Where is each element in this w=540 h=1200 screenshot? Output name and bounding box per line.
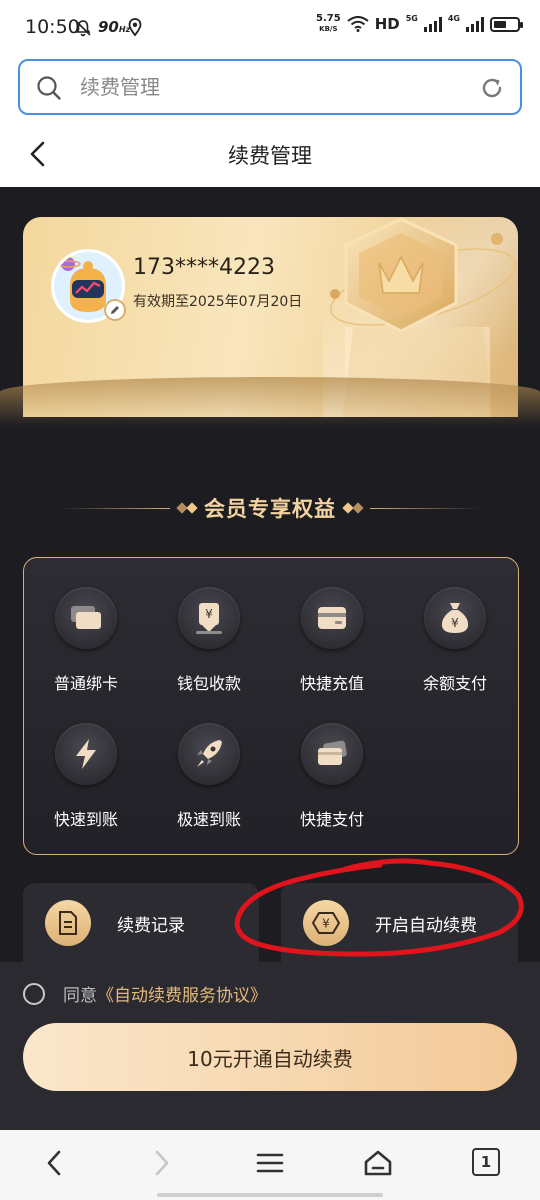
lightning-icon (76, 739, 96, 769)
location-icon (128, 18, 142, 37)
page-title: 续费管理 (228, 144, 312, 168)
edit-avatar-badge[interactable] (104, 299, 126, 321)
search-icon (37, 76, 61, 100)
menu-icon[interactable] (256, 1148, 284, 1178)
benefit-item[interactable]: 快捷充值 (282, 562, 382, 693)
rocket-icon (197, 740, 222, 767)
card-shadow (0, 377, 540, 427)
benefit-icon-bg (301, 587, 363, 649)
benefit-label: 极速到账 (176, 810, 241, 829)
renew-records-button[interactable]: 续费记录 (23, 883, 259, 963)
svg-text:¥: ¥ (451, 616, 459, 630)
benefits-heading: 会员专享权益 (0, 482, 540, 534)
home-icon[interactable] (363, 1148, 393, 1178)
money-bag-icon: ¥ (441, 603, 469, 633)
renew-records-label: 续费记录 (117, 916, 185, 936)
agreement-link[interactable]: 《自动续费服务协议》 (97, 981, 267, 1006)
status-bar: 10:50 90Hz 5.75 KB/S HD 5G 4G (0, 0, 540, 56)
agree-radio[interactable] (23, 982, 45, 1005)
wallet-download-icon: ¥ (196, 603, 222, 634)
benefit-item[interactable]: ¥ 余额支付 (405, 562, 505, 693)
benefit-label: 快捷支付 (299, 810, 364, 829)
wifi-icon (347, 16, 369, 32)
battery-icon (490, 16, 523, 32)
benefit-icon-bg (178, 723, 240, 785)
agree-prefix: 同意 (63, 986, 97, 1006)
diamond-decor-right (342, 502, 364, 514)
benefit-label: 快捷充值 (299, 674, 364, 693)
nav-back-icon[interactable] (44, 1148, 64, 1178)
benefit-item[interactable]: 快捷支付 (282, 698, 382, 829)
agreement-row: 同意 《自动续费服务协议》 (23, 981, 267, 1006)
status-time: 10:50 (25, 16, 80, 38)
sim2-label: 4G (447, 14, 460, 23)
benefit-item[interactable]: ¥ 钱包收款 (159, 562, 259, 693)
search-bar[interactable] (18, 59, 522, 115)
main-content: 173****4223 有效期至2025年07月20日 会员专享权益 普通绑卡 (0, 187, 540, 1130)
battery-level (494, 20, 506, 28)
benefit-label: 快速到账 (53, 810, 118, 829)
sim1-label: 5G (405, 14, 418, 23)
open-auto-renew-button[interactable]: 10元开通自动续费 (23, 1023, 517, 1091)
refresh-rate: 90Hz (98, 18, 131, 36)
card-pay-icon (318, 740, 347, 765)
benefit-icon-bg (55, 587, 117, 649)
diamond-decor-left (176, 502, 198, 514)
agreement-panel: 同意 《自动续费服务协议》 10元开通自动续费 (0, 962, 540, 1130)
signal-2-icon (466, 16, 484, 32)
member-phone: 173****4223 (133, 255, 275, 280)
benefit-item[interactable]: 快速到账 (36, 698, 136, 829)
mute-bell-icon (75, 20, 91, 37)
heading-line-left (60, 507, 170, 509)
tabs-button[interactable]: 1 (472, 1148, 500, 1176)
red-annotation-circle (234, 858, 524, 957)
crown-badge-icon (344, 217, 458, 333)
benefit-item[interactable]: 极速到账 (159, 698, 259, 829)
document-icon (59, 911, 77, 935)
benefit-icon-bg (55, 723, 117, 785)
heading-line-right (370, 507, 480, 509)
benefit-icon-bg: ¥ (424, 587, 486, 649)
status-icons: 5.75 KB/S HD 5G 4G (316, 13, 523, 34)
benefit-item[interactable]: 普通绑卡 (36, 562, 136, 693)
nav-forward-icon[interactable] (152, 1148, 172, 1178)
hd-voice-label: HD (374, 15, 400, 33)
benefit-label: 普通绑卡 (53, 674, 118, 693)
search-input[interactable] (80, 71, 460, 103)
signal-1-icon (423, 16, 442, 32)
browser-bottom-nav: 1 (0, 1130, 540, 1200)
title-bar: 续费管理 (0, 124, 540, 186)
home-indicator (157, 1193, 383, 1197)
benefit-label: 钱包收款 (176, 674, 241, 693)
benefit-icon-bg: ¥ (178, 587, 240, 649)
card-icon (318, 607, 346, 629)
svg-text:¥: ¥ (205, 607, 213, 621)
pencil-icon (111, 306, 119, 314)
benefit-label: 余额支付 (422, 674, 487, 693)
benefits-grid: 普通绑卡 ¥ 钱包收款 快捷充值 ¥ 余额支付 快速到账 极速到账 快捷支付 (23, 557, 519, 855)
benefit-icon-bg (301, 723, 363, 785)
renew-records-icon-bg (45, 900, 91, 946)
net-speed: 5.75 KB/S (316, 13, 341, 34)
refresh-icon[interactable] (480, 76, 504, 100)
card-stack-icon (71, 606, 101, 629)
benefits-title: 会员专享权益 (204, 497, 336, 521)
member-valid-until: 有效期至2025年07月20日 (133, 294, 303, 310)
